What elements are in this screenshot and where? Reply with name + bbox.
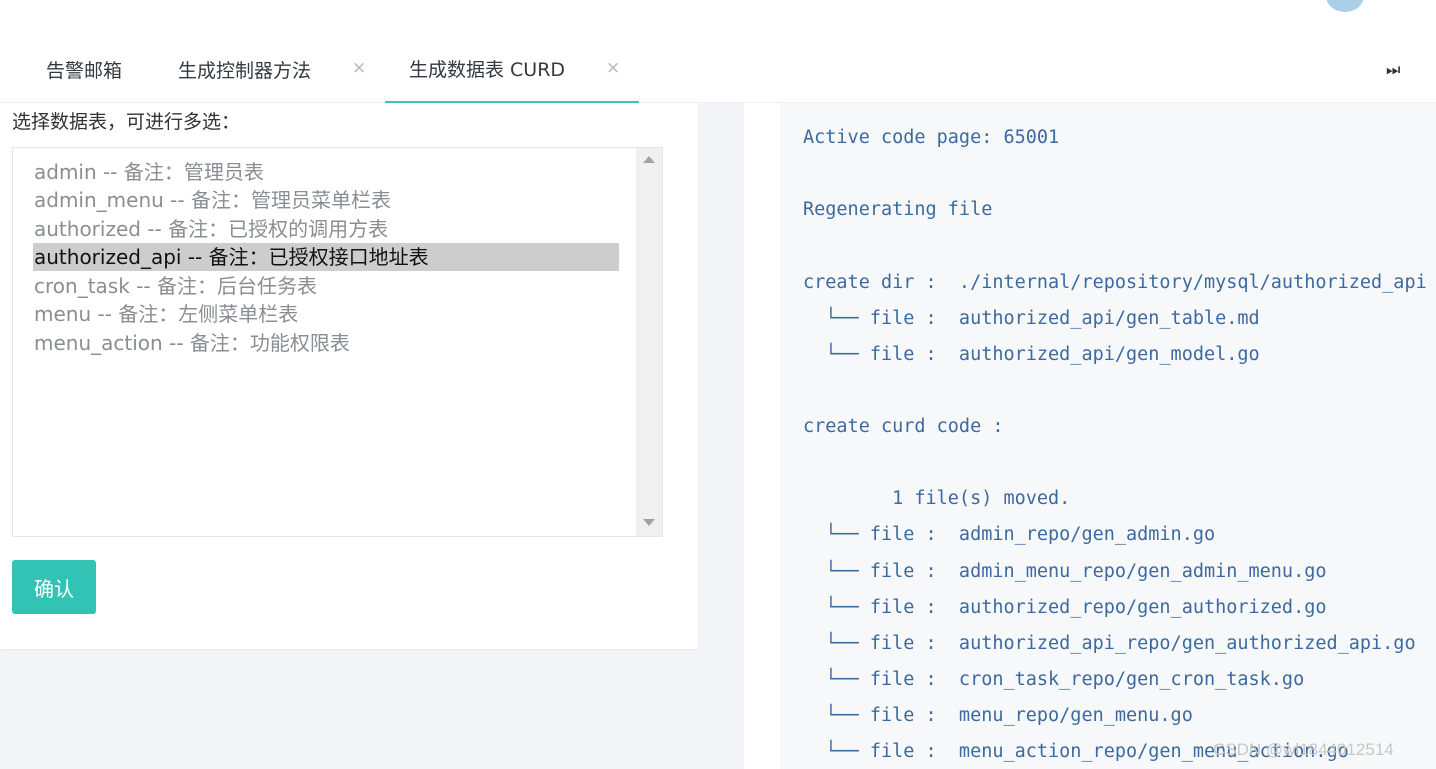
table-option[interactable]: menu -- 备注：左侧菜单栏表 (34, 300, 298, 328)
table-option[interactable]: admin -- 备注：管理员表 (34, 158, 264, 186)
scroll-down-arrow-icon[interactable] (643, 519, 655, 526)
console-line: create dir : ./internal/repository/mysql… (803, 272, 1427, 293)
tab-label: 生成数据表 CURD (409, 59, 566, 81)
table-select-card: 选择数据表，可进行多选： admin -- 备注：管理员表 admin_menu… (0, 103, 698, 649)
table-option[interactable]: authorized -- 备注：已授权的调用方表 (34, 215, 388, 243)
confirm-button[interactable]: 确认 (12, 560, 96, 614)
user-avatar[interactable] (1326, 0, 1364, 12)
select-prompt: 选择数据表，可进行多选： (12, 111, 241, 133)
watermark: CSDN @wl1844012514 (1213, 740, 1394, 759)
listbox-scrollbar[interactable] (636, 148, 662, 536)
scroll-up-arrow-icon[interactable] (643, 156, 655, 163)
console-line: └── file : authorized_repo/gen_authorize… (803, 597, 1327, 618)
top-header (0, 0, 1436, 36)
console-line: └── file : authorized_api/gen_table.md (803, 308, 1260, 329)
table-option[interactable]: admin_menu -- 备注：管理员菜单栏表 (34, 186, 391, 214)
console-line: └── file : admin_repo/gen_admin.go (803, 524, 1216, 545)
table-option[interactable]: cron_task -- 备注：后台任务表 (34, 272, 317, 300)
console-line: └── file : admin_menu_repo/gen_admin_men… (803, 561, 1327, 582)
table-multiselect[interactable]: admin -- 备注：管理员表 admin_menu -- 备注：管理员菜单栏… (12, 147, 663, 537)
console-line: Regenerating file (803, 199, 993, 220)
tab-bar: 告警邮箱 生成控制器方法 × 生成数据表 CURD × (0, 36, 1436, 103)
tab-label: 生成控制器方法 (178, 60, 312, 82)
tab-alert-email[interactable]: 告警邮箱 (46, 36, 122, 103)
console-line: └── file : cron_task_repo/gen_cron_task.… (803, 669, 1305, 690)
console-line: └── file : authorized_api/gen_model.go (803, 344, 1260, 365)
console-line: 1 file(s) moved. (803, 488, 1071, 509)
console-output: Active code page: 65001 Regenerating fil… (780, 103, 1436, 769)
next-tab-icon[interactable]: ⏭ (1386, 60, 1400, 80)
close-icon[interactable]: × (352, 58, 366, 78)
console-line: Active code page: 65001 (803, 127, 1060, 148)
close-icon[interactable]: × (606, 58, 620, 78)
output-panel: Active code page: 65001 Regenerating fil… (744, 103, 1436, 769)
tab-generate-controller[interactable]: 生成控制器方法 × (178, 36, 368, 103)
console-line: └── file : menu_repo/gen_menu.go (803, 705, 1193, 726)
table-option-selected[interactable]: authorized_api -- 备注：已授权接口地址表 (33, 243, 619, 271)
console-line: └── file : authorized_api_repo/gen_autho… (803, 633, 1416, 654)
table-option[interactable]: menu_action -- 备注：功能权限表 (34, 329, 350, 357)
tab-generate-curd[interactable]: 生成数据表 CURD × (385, 36, 639, 103)
console-line: create curd code : (803, 416, 1004, 437)
tab-label: 告警邮箱 (46, 60, 123, 82)
